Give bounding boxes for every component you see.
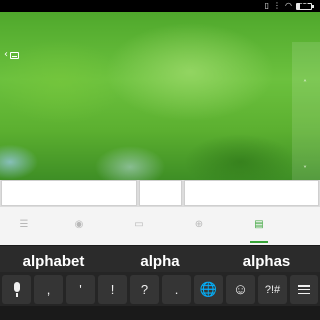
battery-level-text: 23 (299, 1, 309, 9)
globe-icon: ⊕ (194, 219, 204, 230)
status-bar: ▯ ⋮ ◠ 23 (0, 0, 320, 12)
suggestion-bar: alphabet alpha alphas (0, 245, 320, 273)
menu-icon (298, 285, 310, 294)
tool-card-button[interactable]: ▭ (109, 207, 169, 243)
chevron-left-icon: ‹ (4, 49, 8, 60)
microphone-key[interactable] (2, 275, 31, 304)
battery-icon: 23 (296, 1, 314, 10)
keyboard-icon: ▤ (254, 219, 264, 230)
question-key[interactable]: ? (130, 275, 159, 304)
text-field-3[interactable] (184, 180, 319, 206)
text-field-1[interactable] (1, 180, 137, 206)
exclamation-key[interactable]: ! (98, 275, 127, 304)
symbols-key[interactable]: ?!# (258, 275, 287, 304)
menu-key[interactable] (290, 275, 318, 304)
globe-key[interactable]: 🌐 (194, 275, 223, 304)
suggestion-item[interactable]: alphas (213, 246, 320, 273)
tool-globe-button[interactable]: ⊕ (169, 207, 229, 243)
wifi-icon: ◠ (285, 1, 292, 10)
navigation-bar (0, 306, 320, 320)
scroll-down-icon[interactable]: ˅ (303, 166, 307, 174)
tool-list-button[interactable]: ☰ (0, 207, 54, 243)
globe-icon: 🌐 (199, 281, 218, 297)
comma-key[interactable]: , (34, 275, 63, 304)
record-icon: ◉ (74, 219, 84, 230)
sim-icon: ▯ (264, 1, 270, 10)
suggestion-item[interactable]: alphabet (0, 246, 107, 273)
back-button[interactable]: ‹ (4, 48, 19, 62)
tool-keyboard-button[interactable]: ▤ (229, 207, 289, 243)
keyboard-toolstrip: ☰ ◉ ▭ ⊕ ▤ (0, 207, 320, 245)
suggestion-item[interactable]: alpha (107, 246, 213, 273)
active-tab-indicator (250, 241, 268, 243)
keyboard-bottom-row: , ' ! ? . 🌐 ☺ ?!# (0, 272, 320, 306)
status-icons: ▯ ⋮ ◠ 23 (264, 1, 314, 11)
scrollbar[interactable]: ˄ ˅ (292, 42, 320, 180)
scroll-up-icon[interactable]: ˄ (303, 80, 307, 88)
period-key[interactable]: . (162, 275, 191, 304)
emoji-key[interactable]: ☺ (226, 275, 255, 304)
input-fields-row (0, 180, 320, 207)
list-icon: ☰ (19, 219, 29, 230)
card-icon: ▭ (134, 219, 144, 230)
keyboard-icon (10, 51, 19, 59)
vibrate-icon: ⋮ (273, 1, 282, 10)
microphone-icon (13, 281, 21, 298)
apostrophe-key[interactable]: ' (66, 275, 95, 304)
tool-record-button[interactable]: ◉ (49, 207, 109, 243)
emoji-icon: ☺ (232, 281, 249, 298)
text-field-2[interactable] (139, 180, 182, 206)
wallpaper-background: ‹ ˄ ˅ (0, 12, 320, 180)
